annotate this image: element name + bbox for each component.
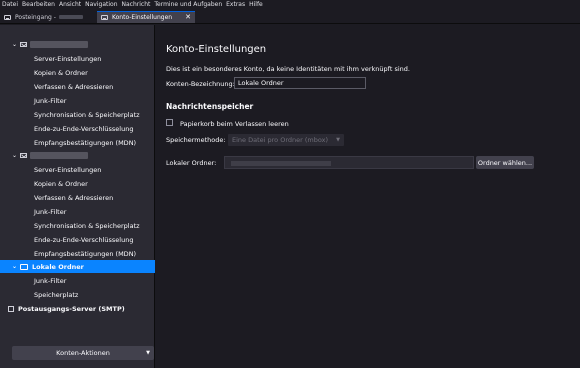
account-name-label: Konten-Bezeichnung: <box>166 80 235 88</box>
tab-account-settings[interactable]: Konto-Einstellungen ✕ <box>97 11 195 23</box>
mail-account-icon <box>20 42 27 47</box>
menu-ansicht[interactable]: Ansicht <box>59 1 81 8</box>
sidebar-item-local-storage[interactable]: Speicherplatz <box>0 288 155 301</box>
menu-termine[interactable]: Termine und Aufgaben <box>154 1 222 8</box>
sidebar-item-local-folders[interactable]: ⌄ Lokale Ordner <box>0 260 155 273</box>
mail-account-icon <box>20 153 27 158</box>
sidebar-item-copies-folders[interactable]: Kopien & Ordner <box>0 177 155 190</box>
chevron-down-icon[interactable]: ⌄ <box>12 41 20 48</box>
close-icon[interactable]: ✕ <box>185 13 191 21</box>
tab-inbox[interactable]: Posteingang - <box>0 11 95 23</box>
sidebar-item-sync[interactable]: Synchronisation & Speicherplatz <box>0 108 155 121</box>
sidebar-item-local-junk[interactable]: Junk-Filter <box>0 274 155 287</box>
sidebar-item-copies-folders[interactable]: Kopien & Ordner <box>0 66 155 79</box>
sidebar-item-server-settings[interactable]: Server-Einstellungen <box>0 163 155 176</box>
chevron-down-icon: ▼ <box>146 350 150 356</box>
sidebar-item-server-settings[interactable]: Server-Einstellungen <box>0 52 155 65</box>
menu-nachricht[interactable]: Nachricht <box>122 1 151 8</box>
chevron-down-icon[interactable]: ⌄ <box>12 263 20 270</box>
mail-icon <box>4 14 11 20</box>
sidebar-item-e2e[interactable]: Ende-zu-Ende-Verschlüsselung <box>0 122 155 135</box>
tab-bar: Posteingang - Konto-Einstellungen ✕ <box>0 9 580 24</box>
menu-extras[interactable]: Extras <box>226 1 245 8</box>
account-tree-sidebar: ⌄ Server-Einstellungen Kopien & Ordner V… <box>0 25 155 368</box>
sidebar-item-e2e[interactable]: Ende-zu-Ende-Verschlüsselung <box>0 233 155 246</box>
storage-method-value: Eine Datei pro Ordner (mbox) <box>232 136 329 144</box>
empty-trash-label[interactable]: Papierkorb beim Verlassen leeren <box>180 120 289 128</box>
menu-bearbeiten[interactable]: Bearbeiten <box>22 1 55 8</box>
menu-bar: Datei Bearbeiten Ansicht Navigation Nach… <box>0 0 580 9</box>
redacted-account-name <box>30 152 88 159</box>
account-description: Dies ist ein besonderes Konto, da keine … <box>166 65 410 73</box>
storage-method-select[interactable]: Eine Datei pro Ordner (mbox) ▼ <box>228 134 344 146</box>
sidebar-item-mdn[interactable]: Empfangsbestätigungen (MDN) <box>0 136 155 149</box>
chevron-down-icon: ▼ <box>336 137 340 143</box>
sidebar-item-label: Postausgangs-Server (SMTP) <box>18 304 125 313</box>
settings-page-icon <box>101 15 108 20</box>
settings-pane: Konto-Einstellungen Dies ist ein besonde… <box>156 25 580 368</box>
redacted-folder-path <box>231 161 331 166</box>
sidebar-item-junk[interactable]: Junk-Filter <box>0 205 155 218</box>
account-actions-button[interactable]: Konten-Aktionen ▼ <box>12 346 154 360</box>
page-title: Konto-Einstellungen <box>166 44 267 55</box>
storage-method-label: Speichermethode: <box>166 136 226 144</box>
redacted-account-name <box>30 41 88 48</box>
account-1-row[interactable]: ⌄ <box>0 38 155 51</box>
sidebar-item-junk[interactable]: Junk-Filter <box>0 94 155 107</box>
local-folder-label: Lokaler Ordner: <box>166 159 217 167</box>
menu-navigation[interactable]: Navigation <box>85 1 117 8</box>
browse-folder-button[interactable]: Ordner wählen... <box>476 156 534 169</box>
menu-hilfe[interactable]: Hilfe <box>249 1 263 8</box>
account-actions-label: Konten-Aktionen <box>56 349 110 357</box>
account-name-field[interactable]: Lokale Ordner <box>234 77 366 89</box>
tab-inbox-label: Posteingang - <box>15 13 56 21</box>
menu-datei[interactable]: Datei <box>2 1 18 8</box>
sidebar-item-composition[interactable]: Verfassen & Adressieren <box>0 80 155 93</box>
sidebar-item-composition[interactable]: Verfassen & Adressieren <box>0 191 155 204</box>
folder-icon <box>20 263 28 270</box>
account-2-row[interactable]: ⌄ <box>0 149 155 162</box>
server-icon <box>8 305 14 312</box>
redacted-account-name <box>58 15 83 19</box>
chevron-down-icon[interactable]: ⌄ <box>12 152 20 159</box>
section-title-message-storage: Nachrichtenspeicher <box>166 102 254 111</box>
empty-trash-checkbox[interactable] <box>166 119 173 126</box>
sidebar-item-label: Lokale Ordner <box>32 262 84 271</box>
sidebar-item-smtp[interactable]: Postausgangs-Server (SMTP) <box>0 302 155 315</box>
local-folder-path-field[interactable] <box>224 156 474 169</box>
sidebar-item-mdn[interactable]: Empfangsbestätigungen (MDN) <box>0 247 155 260</box>
tab-account-settings-label: Konto-Einstellungen <box>112 14 173 21</box>
sidebar-item-sync[interactable]: Synchronisation & Speicherplatz <box>0 219 155 232</box>
